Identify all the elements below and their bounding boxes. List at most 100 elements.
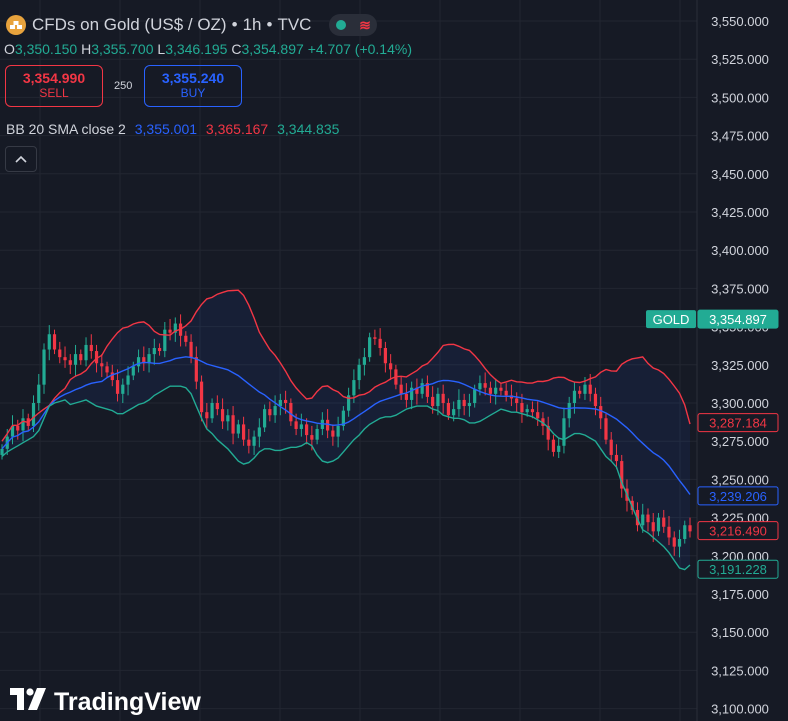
candle-body — [194, 357, 198, 382]
y-tick-label: 3,450.000 — [711, 167, 769, 182]
candle-body — [100, 363, 104, 367]
symbol-title[interactable]: CFDs on Gold (US$ / OZ) — [32, 15, 227, 35]
candle-body — [236, 424, 240, 434]
candle-body — [452, 409, 456, 416]
market-status[interactable]: ≋ — [329, 14, 378, 36]
buy-button[interactable]: 3,355.240 BUY — [144, 65, 242, 107]
candle-body — [315, 428, 319, 440]
y-tick-label: 3,375.000 — [711, 281, 769, 296]
candle-body — [383, 347, 387, 364]
y-tick-label: 3,250.000 — [711, 472, 769, 487]
candle-body — [641, 514, 645, 526]
candle-body — [646, 514, 650, 523]
candle-body — [483, 383, 487, 388]
candle-body — [199, 381, 204, 413]
candle-body — [31, 403, 36, 426]
separator: • — [231, 15, 238, 34]
y-tick-label: 3,100.000 — [711, 702, 769, 717]
indicator-legend[interactable]: BB 20 SMA close 2 3,355.001 3,365.167 3,… — [6, 121, 339, 137]
candle-body — [557, 445, 561, 452]
candle-body — [420, 383, 424, 394]
low-value: 3,346.195 — [165, 41, 228, 57]
candle-body — [257, 427, 261, 437]
price-label-value: 3,354.897 — [709, 312, 767, 327]
y-tick-label: 3,275.000 — [711, 434, 769, 449]
close-value: 3,354.897 — [241, 41, 304, 57]
candle-body — [294, 421, 298, 429]
data-source: TVC — [277, 15, 312, 34]
y-tick-label: 3,175.000 — [711, 587, 769, 602]
candle-body — [73, 354, 78, 365]
collapse-legend-button[interactable] — [5, 146, 37, 172]
candle-body — [152, 347, 156, 355]
price-label-lower: 3,191.228 — [697, 559, 779, 579]
candle-body — [404, 393, 408, 400]
candle-body — [126, 375, 130, 385]
candle-body — [551, 439, 556, 452]
candle-body — [583, 384, 587, 394]
candle-body — [677, 538, 682, 547]
candle-body — [667, 526, 671, 538]
buy-price: 3,355.240 — [161, 70, 225, 86]
candle-body — [331, 430, 335, 437]
candle-body — [441, 393, 445, 403]
candle-body — [588, 384, 592, 394]
candle-body — [21, 418, 25, 431]
indicator-upper-value: 3,365.167 — [205, 121, 269, 137]
candle-body — [362, 357, 366, 365]
candle-body — [205, 412, 209, 419]
candle-body — [16, 425, 20, 431]
candle-body — [672, 537, 676, 547]
y-tick-label: 3,400.000 — [711, 243, 769, 258]
candle-body — [215, 403, 219, 410]
price-label-price: 3,216.490 — [697, 521, 779, 541]
candle-body — [683, 525, 687, 539]
candle-body — [42, 349, 46, 385]
spread-value: 250 — [114, 80, 133, 92]
open-label: O — [4, 41, 15, 57]
candle-body — [131, 366, 135, 376]
candle-body — [226, 415, 230, 422]
candle-body — [604, 418, 608, 440]
candle-body — [373, 337, 377, 339]
price-chart[interactable]: 3,550.000 3,525.000 3,500.000 3,475.000 3,45… — [0, 0, 788, 721]
buy-label: BUY — [180, 86, 206, 100]
candle-body — [378, 338, 382, 348]
tradingview-mark-icon — [10, 688, 46, 717]
candle-body — [478, 383, 482, 390]
candle-body — [515, 398, 519, 403]
candle-body — [58, 349, 62, 358]
sell-price: 3,354.990 — [22, 70, 86, 86]
candle-body — [63, 357, 67, 361]
candle-body — [231, 415, 235, 434]
candle-body — [457, 399, 461, 410]
candle-body — [268, 409, 272, 416]
y-tick-label: 3,125.000 — [711, 663, 769, 678]
candle-body — [336, 425, 340, 437]
candle-body — [488, 387, 493, 394]
candle-body — [115, 380, 120, 394]
high-value: 3,355.700 — [91, 41, 154, 57]
candle-body — [326, 419, 330, 431]
candle-body — [651, 522, 655, 532]
candle-body — [210, 403, 214, 419]
candle-body — [37, 384, 41, 403]
sell-button[interactable]: 3,354.990 SELL — [5, 65, 103, 107]
sell-label: SELL — [39, 86, 69, 100]
price-axis: 3,550.000 3,525.000 3,500.000 3,475.000 3,45… — [711, 14, 769, 717]
separator: • — [266, 15, 273, 34]
candle-body — [536, 412, 540, 419]
gold-bars-icon — [6, 15, 26, 35]
y-tick-label: 3,325.000 — [711, 358, 769, 373]
candle-body — [147, 354, 151, 364]
candle-body — [310, 435, 314, 440]
candle-body — [105, 366, 109, 373]
price-label-symbol: GOLD — [653, 312, 690, 327]
candle-body — [273, 406, 277, 416]
price-label-upper: 3,287.184 — [697, 413, 779, 433]
tradingview-logo[interactable]: TradingView — [10, 688, 201, 717]
interval[interactable]: 1h — [243, 15, 262, 35]
price-label-value: 3,191.228 — [709, 562, 767, 577]
y-tick-label: 3,550.000 — [711, 14, 769, 29]
candle-body — [614, 454, 619, 462]
